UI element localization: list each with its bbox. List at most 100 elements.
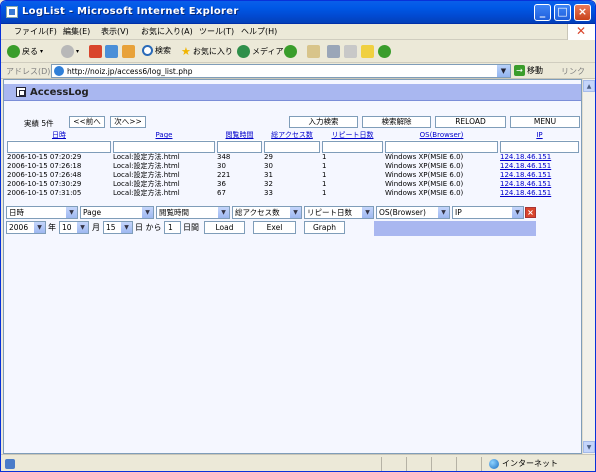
- col-header-page[interactable]: Page: [112, 131, 216, 141]
- page-title: AccessLog: [30, 87, 89, 98]
- scroll-up-icon[interactable]: ▲: [583, 80, 595, 92]
- filter-repeat-days-input[interactable]: [322, 141, 383, 153]
- reload-button[interactable]: RELOAD: [435, 116, 506, 128]
- menu-button[interactable]: MENU: [510, 116, 580, 128]
- filter-page-input[interactable]: [113, 141, 215, 153]
- year-select[interactable]: 2006 ▼: [6, 221, 46, 234]
- title-bar[interactable]: LogList - Microsoft Internet Explorer _ …: [1, 1, 595, 24]
- stop-button[interactable]: [89, 45, 102, 58]
- date-range-row: 2006 ▼ 年 10 ▼ 月 15 ▼ 日 から 1 日間 Load Exel Gr…: [6, 221, 583, 236]
- month-select[interactable]: 10 ▼: [59, 221, 89, 234]
- address-input[interactable]: http://noiz.jp/access6/log_list.php ▼: [51, 64, 511, 78]
- window-icon: [16, 87, 26, 97]
- chevron-down-icon: ▼: [121, 222, 132, 233]
- filter-os-browser-input[interactable]: [385, 141, 498, 153]
- back-button[interactable]: 戻る ▾: [7, 45, 43, 58]
- filter-total-access-input[interactable]: [264, 141, 320, 153]
- col-header-view-time[interactable]: 閲覧時間: [216, 131, 263, 141]
- cell-ip-link[interactable]: 124.18.46.151: [499, 180, 580, 189]
- cell-datetime: 2006-10-15 07:20:29: [7, 153, 82, 161]
- cell-os-browser: Windows XP(MSIE 6.0): [385, 189, 464, 197]
- cell-page: Local:設定方法.html: [113, 189, 180, 197]
- excel-button[interactable]: Exel: [253, 221, 296, 234]
- clear-search-button[interactable]: 検索解除: [362, 116, 431, 128]
- col-header-datetime[interactable]: 日時: [6, 131, 112, 141]
- col-header-os-browser[interactable]: OS(Browser): [384, 131, 499, 141]
- go-button[interactable]: → 移動: [514, 65, 543, 76]
- select-repeat-days-value: リピート日数: [307, 208, 352, 217]
- cell-total-access: 30: [264, 162, 273, 170]
- table-row: 2006-10-15 07:26:18 Local:設定方法.html 30 3…: [6, 162, 580, 171]
- menu-favorites[interactable]: お気に入り(A): [141, 26, 193, 37]
- page-content: AccessLog 実績 5件 <<前へ 次へ>> 入力検索 検索解除 RELO…: [3, 79, 582, 454]
- cell-repeat-days: 1: [322, 171, 327, 179]
- menu-help[interactable]: ヘルプ(H): [241, 26, 277, 37]
- favorites-button[interactable]: ★ お気に入り: [181, 45, 233, 58]
- select-view-time[interactable]: 閲覧時間 ▼: [156, 206, 230, 219]
- discuss-button[interactable]: [361, 45, 374, 58]
- print-button[interactable]: [327, 45, 340, 58]
- cell-datetime: 2006-10-15 07:26:18: [7, 162, 82, 170]
- cell-ip-link[interactable]: 124.18.46.151: [499, 153, 580, 162]
- maximize-button[interactable]: □: [554, 4, 571, 21]
- menu-edit[interactable]: 編集(E): [63, 26, 90, 37]
- cell-repeat-days: 1: [322, 162, 327, 170]
- media-icon: [237, 45, 250, 58]
- search-label: 検索: [155, 46, 171, 55]
- menu-view[interactable]: 表示(V): [101, 26, 129, 37]
- page-icon: [54, 66, 64, 76]
- edit-button[interactable]: [344, 45, 357, 58]
- address-dropdown-icon[interactable]: ▼: [497, 65, 510, 77]
- vertical-scrollbar[interactable]: ▲ ▼: [582, 79, 595, 454]
- forward-button[interactable]: ▾: [61, 45, 79, 58]
- next-button[interactable]: 次へ>>: [110, 116, 146, 128]
- minimize-button[interactable]: _: [534, 4, 551, 21]
- close-button[interactable]: ×: [574, 4, 591, 21]
- col-header-total-access[interactable]: 総アクセス数: [263, 131, 321, 141]
- cell-ip-link[interactable]: 124.18.46.151: [499, 171, 580, 180]
- status-divider: [481, 457, 482, 471]
- chevron-down-icon: ▼: [362, 207, 373, 218]
- cell-total-access: 29: [264, 153, 273, 161]
- menu-bar: ファイル(F) 編集(E) 表示(V) お気に入り(A) ツール(T) ヘルプ(…: [1, 24, 595, 40]
- home-icon: [122, 45, 135, 58]
- prev-button[interactable]: <<前へ: [69, 116, 105, 128]
- cell-ip-link[interactable]: 124.18.46.151: [499, 162, 580, 171]
- history-button[interactable]: [284, 45, 297, 58]
- menu-tools[interactable]: ツール(T): [199, 26, 234, 37]
- select-page[interactable]: Page ▼: [80, 206, 154, 219]
- filter-view-time-input[interactable]: [217, 141, 262, 153]
- filter-ip-input[interactable]: [500, 141, 579, 153]
- input-search-button[interactable]: 入力検索: [289, 116, 358, 128]
- messenger-button[interactable]: [378, 45, 391, 58]
- links-label[interactable]: リンク: [561, 66, 585, 77]
- filter-datetime-input[interactable]: [7, 141, 111, 153]
- menu-file[interactable]: ファイル(F): [14, 26, 57, 37]
- load-button[interactable]: Load: [204, 221, 245, 234]
- home-button[interactable]: [122, 45, 135, 58]
- media-button[interactable]: メディア: [237, 45, 283, 58]
- select-total-access[interactable]: 総アクセス数 ▼: [232, 206, 302, 219]
- select-datetime[interactable]: 日時 ▼: [6, 206, 78, 219]
- go-label: 移動: [527, 66, 543, 75]
- col-header-repeat-days[interactable]: リピート日数: [321, 131, 384, 141]
- media-label: メディア: [252, 47, 284, 56]
- col-header-ip[interactable]: IP: [499, 131, 580, 141]
- discuss-icon: [361, 45, 374, 58]
- browser-window: LogList - Microsoft Internet Explorer _ …: [0, 0, 596, 472]
- graph-button[interactable]: Graph: [304, 221, 345, 234]
- select-ip[interactable]: IP ▼: [452, 206, 524, 219]
- select-os-browser[interactable]: OS(Browser) ▼: [376, 206, 450, 219]
- day-select[interactable]: 15 ▼: [103, 221, 133, 234]
- days-count-input[interactable]: 1: [164, 221, 181, 234]
- select-repeat-days[interactable]: リピート日数 ▼: [304, 206, 374, 219]
- refresh-button[interactable]: [105, 45, 118, 58]
- cell-datetime: 2006-10-15 07:26:48: [7, 171, 82, 179]
- cell-ip-link[interactable]: 124.18.46.151: [499, 189, 580, 198]
- scroll-down-icon[interactable]: ▼: [583, 441, 595, 453]
- day-value: 15: [106, 223, 116, 232]
- search-button[interactable]: 検索: [142, 45, 171, 56]
- remove-filter-close-icon[interactable]: ×: [525, 207, 536, 218]
- cell-view-time: 221: [217, 171, 231, 179]
- mail-button[interactable]: [307, 45, 320, 58]
